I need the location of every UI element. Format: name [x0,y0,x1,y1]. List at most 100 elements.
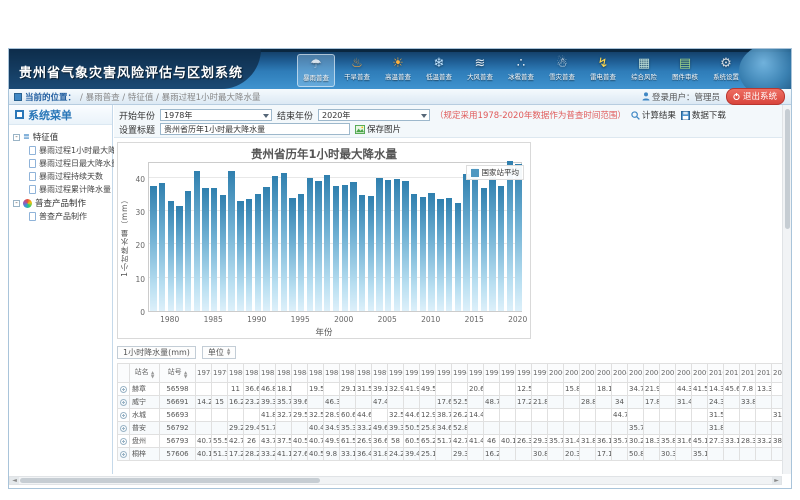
column-header-year-2010[interactable]: 2010 [708,364,724,383]
nav-item-冰雹普查[interactable]: ∴冰雹普查 [502,54,540,87]
sort-arrows-icon[interactable]: ▲▼ [184,372,187,380]
row-expand-cell[interactable] [118,422,130,435]
data-download-button[interactable]: 数据下载 [681,109,726,121]
row-expand-cell[interactable] [118,409,130,422]
sidebar-group-普查产品制作[interactable]: -普查产品制作 [13,196,110,210]
column-header-year-1985[interactable]: 1985 [308,364,324,383]
column-header-year-1987[interactable]: 1987 [340,364,356,383]
row-expand-cell[interactable] [118,435,130,448]
column-header-year-2012[interactable]: 2012 [740,364,756,383]
station-id-cell: 56693 [160,409,196,422]
column-header-year-1997[interactable]: 1997 [500,364,516,383]
end-year-select[interactable]: 2020年 [318,109,430,121]
column-header-year-1988[interactable]: 1988 [356,364,372,383]
sidebar-item-暴雨过程持续天数[interactable]: 暴雨过程持续天数 [13,170,110,183]
column-header-year-2002[interactable]: 2002 [580,364,596,383]
circle-plus-icon[interactable] [120,425,127,432]
y-tick-label: 10 [125,275,145,284]
value-cell-1998 [516,448,532,461]
column-header-year-2000[interactable]: 2000 [548,364,564,383]
start-year-select[interactable]: 1978年 [160,109,272,121]
value-cell-1980: 11 [228,383,244,396]
chart-title-input[interactable] [160,123,350,135]
circle-plus-icon[interactable] [120,386,127,393]
column-header-year-1980[interactable]: 1980 [228,364,244,383]
column-header-year-2006[interactable]: 2006 [644,364,660,383]
value-cell-1981: 29.4 [244,422,260,435]
column-header-year-1992[interactable]: 1992 [420,364,436,383]
nav-item-雷电普查[interactable]: ↯雷电普查 [584,54,622,87]
column-header-year-1982[interactable]: 1982 [260,364,276,383]
column-header-year-2013[interactable]: 2013 [756,364,772,383]
calculate-result-button[interactable]: 计算结果 [631,109,676,121]
save-image-button[interactable]: 保存图片 [355,123,401,135]
value-cell-1998 [516,422,532,435]
value-cell-2010: 27.3 [708,435,724,448]
sidebar-item-暴雨过程累计降水量[interactable]: 暴雨过程累计降水量 [13,183,110,196]
column-header-year-1983[interactable]: 1983 [276,364,292,383]
column-header-year-2004[interactable]: 2004 [612,364,628,383]
vertical-scrollbar-thumb[interactable] [785,109,790,229]
measure-select[interactable]: 1小时降水量(mm) [117,346,196,359]
value-cell-2012: 28.3 [740,435,756,448]
column-header-year-1998[interactable]: 1998 [516,364,532,383]
column-header-year-1993[interactable]: 1993 [436,364,452,383]
column-header-year-2011[interactable]: 2011 [724,364,740,383]
unit-sort-control[interactable]: 单位 ▲▼ [202,346,236,359]
column-header-year-1990[interactable]: 1990 [388,364,404,383]
column-header-year-1986[interactable]: 1986 [324,364,340,383]
value-cell-2000 [548,383,564,396]
column-header-year-2005[interactable]: 2005 [628,364,644,383]
sidebar-item-普查产品制作[interactable]: 普查产品制作 [13,210,110,223]
circle-plus-icon[interactable] [120,399,127,406]
column-header-year-1991[interactable]: 1991 [404,364,420,383]
sort-arrows-icon[interactable]: ▲▼ [151,372,154,380]
column-header-year-2008[interactable]: 2008 [676,364,692,383]
circle-plus-icon[interactable] [120,438,127,445]
table-row: 普安5679229.229.451.740.434.935.333.249.63… [118,422,784,435]
column-header-year-1989[interactable]: 1989 [372,364,388,383]
expander-icon[interactable]: - [13,134,20,141]
vertical-scrollbar[interactable] [782,105,791,474]
column-header-year-1994[interactable]: 1994 [452,364,468,383]
sidebar-group-特征值[interactable]: -≣特征值 [13,130,110,144]
circle-plus-icon[interactable] [120,451,127,458]
nav-item-高温普查[interactable]: ☀高温普查 [379,54,417,87]
nav-item-低温普查[interactable]: ❄低温普查 [420,54,458,87]
column-header-year-1978[interactable]: 1978 [196,364,212,383]
nav-item-雪灾普查[interactable]: ☃雪灾普查 [543,54,581,87]
sidebar-item-暴雨过程日最大降水量[interactable]: 暴雨过程日最大降水量 [13,157,110,170]
value-cell-1997 [500,409,516,422]
row-expand-cell[interactable] [118,448,130,461]
column-header-year-2009[interactable]: 2009 [692,364,708,383]
nav-item-系统设置[interactable]: ⚙系统设置 [707,54,745,87]
circle-plus-icon[interactable] [120,412,127,419]
row-expand-cell[interactable] [118,383,130,396]
column-header-year-2001[interactable]: 2001 [564,364,580,383]
column-header-year-1995[interactable]: 1995 [468,364,484,383]
column-header-year-2003[interactable]: 2003 [596,364,612,383]
scroll-right-arrow[interactable]: ► [772,477,781,484]
column-header-year-1999[interactable]: 1999 [532,364,548,383]
column-header-station-name[interactable]: 站名 ▲▼ [130,364,160,383]
breadcrumb[interactable]: / 暴雨普查 / 特征值 / 暴雨过程1小时最大降水量 [80,91,261,103]
logout-button[interactable]: 退出系统 [726,88,785,105]
nav-item-暴雨普查[interactable]: ☂暴雨普查 [297,54,335,87]
column-header-year-1996[interactable]: 1996 [484,364,500,383]
horizontal-scrollbar[interactable]: ◄ ► [9,476,782,485]
nav-item-图件审核[interactable]: ▤图件审核 [666,54,704,87]
nav-item-综合风险[interactable]: ▦综合风险 [625,54,663,87]
column-header-year-1981[interactable]: 1981 [244,364,260,383]
column-header-year-1979[interactable]: 1979 [212,364,228,383]
row-expand-cell[interactable] [118,396,130,409]
nav-item-label: 雪灾普查 [549,72,575,81]
sidebar-item-暴雨过程1小时最大降水量[interactable]: 暴雨过程1小时最大降水量 [13,144,110,157]
horizontal-scrollbar-thumb[interactable] [20,478,320,483]
column-header-year-1984[interactable]: 1984 [292,364,308,383]
nav-item-大风普查[interactable]: ≋大风普查 [461,54,499,87]
nav-item-干旱普查[interactable]: ♨干旱普查 [338,54,376,87]
expander-icon[interactable]: - [13,200,20,207]
column-header-year-2007[interactable]: 2007 [660,364,676,383]
scroll-left-arrow[interactable]: ◄ [10,477,19,484]
column-header-station-id[interactable]: 站号 ▲▼ [160,364,196,383]
